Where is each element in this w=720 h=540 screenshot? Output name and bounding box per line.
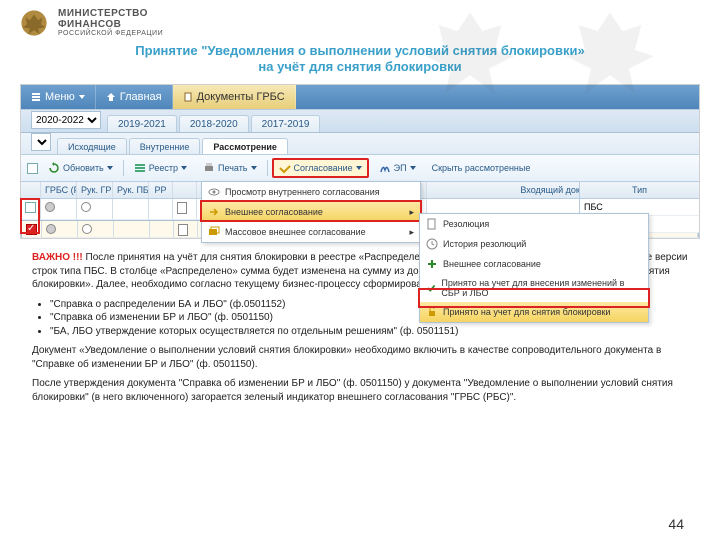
select-all-checkbox[interactable] [27,163,38,174]
check-icon [426,282,436,294]
year-tab[interactable]: 2017-2019 [251,115,321,132]
clock-icon [426,238,438,250]
menubar: Меню Главная Документы ГРБС [21,85,699,109]
doc-icon [426,218,438,230]
submenu-resolution[interactable]: Резолюция [420,214,648,234]
printer-icon [203,162,215,174]
submenu-accept-sbr[interactable]: Принято на учет для внесения изменений в… [420,274,648,302]
status-dot-icon [81,202,91,212]
emblem-icon [20,9,48,37]
sign-button[interactable]: ЭП [373,159,422,177]
refresh-icon [48,162,60,174]
list-icon [134,162,146,174]
page-number: 44 [668,516,684,532]
dropdown-item-view-internal[interactable]: Просмотр внутреннего согласования [202,182,420,202]
page-icon [178,224,188,236]
document-icon [183,92,193,102]
docs-tab[interactable]: Документы ГРБС [173,85,296,109]
toolbar: Обновить Реестр Печать Согласование ЭП С… [21,155,699,182]
status-dot-icon [46,224,56,234]
eye-icon [208,186,220,198]
plus-icon [426,258,438,270]
arrow-right-icon [208,206,220,218]
external-agree-submenu: Резолюция История резолюций Внешнее согл… [419,213,649,323]
row-checkbox[interactable] [25,202,36,213]
submenu-history[interactable]: История резолюций [420,234,648,254]
dropdown-item-mass-external[interactable]: Массовое внешнее согласование ▸ [202,222,420,242]
handshake-icon [279,162,291,174]
submenu-external-agree[interactable]: Внешнее согласование [420,254,648,274]
submenu-accept-unblock[interactable]: Принято на учет для снятия блокировки [420,302,648,322]
home-button[interactable]: Главная [96,85,173,109]
subtab-review[interactable]: Рассмотрение [202,138,288,154]
dropdown-item-external-agree[interactable]: Внешнее согласование ▸ [202,202,420,222]
ministry-name: МИНИСТЕРСТВО ФИНАНСОВ РОССИЙСКОЙ ФЕДЕРАЦ… [58,8,163,37]
refresh-button[interactable]: Обновить [42,159,119,177]
status-dot-icon [45,202,55,212]
registry-button[interactable]: Реестр [128,159,193,177]
page-header: МИНИСТЕРСТВО ФИНАНСОВ РОССИЙСКОЙ ФЕДЕРАЦ… [0,0,720,41]
hide-reviewed-button[interactable]: Скрыть рассмотренные [426,160,537,176]
year-select[interactable]: 2020-2022 [31,111,101,129]
agree-button[interactable]: Согласование [272,158,369,178]
menu-button[interactable]: Меню [21,85,96,109]
year-tab[interactable]: 2019-2021 [107,115,177,132]
menu-icon [31,92,41,102]
page-icon [177,202,187,214]
print-button[interactable]: Печать [197,159,262,177]
agree-dropdown: Просмотр внутреннего согласования Внешне… [201,181,421,243]
stack-icon [208,226,220,238]
subtab-outgoing[interactable]: Исходящие [57,138,127,154]
year-tab[interactable]: 2018-2020 [179,115,249,132]
subtab-internal[interactable]: Внутренние [129,138,201,154]
signature-icon [379,162,391,174]
row-checkbox[interactable] [26,224,37,235]
home-icon [106,92,116,102]
unlock-icon [426,306,438,318]
page-title: Принятие "Уведомления о выполнении услов… [0,41,720,80]
status-dot-icon [82,224,92,234]
app-window: Меню Главная Документы ГРБС 2020-2022 20… [20,84,700,239]
subtab-select[interactable] [31,133,51,151]
subtabs: Исходящие Внутренние Рассмотрение [21,133,699,155]
year-tabbar: 2020-2022 2019-2021 2018-2020 2017-2019 [21,109,699,133]
